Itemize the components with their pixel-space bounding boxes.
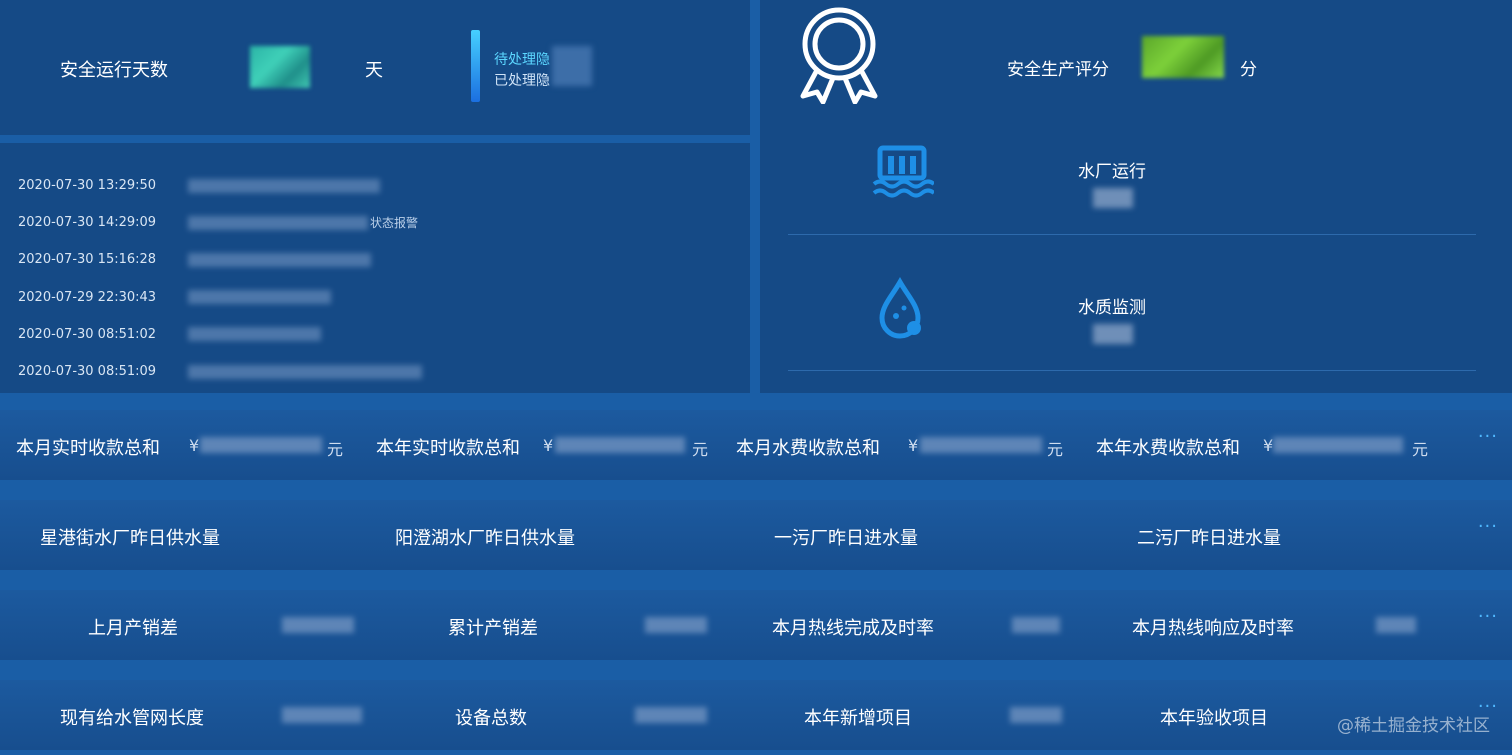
safety-score-unit: 分 [1240,60,1257,80]
stat-cell: 本月实时收款总和 ¥ 元 [0,410,370,480]
log-row[interactable]: 2020-07-30 08:51:09 [18,353,738,390]
stat-cell: 本月热线响应及时率 [1080,590,1450,660]
stat-label: 本年实时收款总和 [376,438,520,459]
log-time: 2020-07-30 08:51:02 [18,326,157,342]
log-message-tail: 状态报警 [370,216,419,231]
log-row[interactable]: 2020-07-30 13:29:50 [18,167,738,204]
log-message [188,327,321,342]
safety-days-value [250,46,310,88]
stat-label: 一污厂昨日进水量 [774,528,918,549]
stat-label: 设备总数 [455,708,527,729]
stat-value [1273,437,1403,453]
stat-cell: 阳澄湖水厂昨日供水量 [360,500,730,570]
stat-cell: 本年水费收款总和 ¥ 元 [1080,410,1450,480]
water-quality-title: 水质监测 [1078,298,1146,318]
stat-label: 现有给水管网长度 [60,708,204,729]
safety-days-unit: 天 [365,60,383,81]
stat-cell: 星港街水厂昨日供水量 [0,500,370,570]
stat-value [1376,617,1416,633]
currency-symbol: ¥ [543,436,554,455]
log-row[interactable]: 2020-07-29 22:30:43 [18,279,738,316]
log-time: 2020-07-30 13:29:50 [18,178,157,194]
currency-symbol: ¥ [1263,436,1274,455]
plant-operation-title: 水厂运行 [1078,162,1146,182]
water-drop-icon [879,276,921,339]
log-message [188,364,422,379]
revenue-stats-bar: 本月实时收款总和 ¥ 元 本年实时收款总和 ¥ 元 本月水费收款总和 ¥ 元 本… [0,410,1512,480]
watermark: @稀土掘金技术社区 [1337,716,1490,736]
award-icon [800,7,878,104]
currency-symbol: ¥ [908,436,919,455]
log-time: 2020-07-29 22:30:43 [18,289,157,305]
assets-stats-bar: 现有给水管网长度 设备总数 本年新增项目 本年验收项目 ··· [0,680,1512,750]
more-button[interactable]: ··· [1478,426,1498,447]
log-row[interactable]: 2020-07-30 15:16:28 [18,241,738,278]
stat-cell: 本年新增项目 [720,680,1090,750]
stat-label: 星港街水厂昨日供水量 [40,528,220,549]
stat-cell: 设备总数 [360,680,730,750]
stat-value [200,437,322,453]
log-message [188,178,380,193]
stat-value [1012,617,1060,633]
stat-cell: 一污厂昨日进水量 [720,500,1090,570]
safety-score-label: 安全生产评分 [1007,60,1109,80]
stat-label: 上月产销差 [88,618,178,639]
stat-unit: 元 [1047,440,1064,459]
currency-symbol: ¥ [189,436,200,455]
stat-label: 本月实时收款总和 [16,438,160,459]
stat-value [282,707,362,723]
stat-unit: 元 [327,440,344,459]
hazard-indicator-bar [471,30,480,102]
stat-value [1010,707,1062,723]
water-quality-value [1093,324,1133,344]
stat-cell: 现有给水管网长度 [0,680,370,750]
stat-label: 累计产销差 [448,618,538,639]
stat-unit: 元 [1412,440,1429,459]
stat-cell: 本月热线完成及时率 [720,590,1090,660]
log-row[interactable]: 2020-07-30 08:51:02 [18,316,738,353]
stat-label: 本年水费收款总和 [1096,438,1240,459]
stat-value [920,437,1042,453]
more-button[interactable]: ··· [1478,606,1498,627]
stat-cell: 上月产销差 [0,590,370,660]
stat-value [555,437,685,453]
log-time: 2020-07-30 08:51:09 [18,364,157,380]
sales-diff-stats-bar: 上月产销差 累计产销差 本月热线完成及时率 本月热线响应及时率 ··· [0,590,1512,660]
hazard-count-value [552,46,592,86]
log-row[interactable]: 2020-07-30 14:29:09 状态报警 [18,204,738,241]
stat-value [635,707,707,723]
stat-label: 阳澄湖水厂昨日供水量 [395,528,575,549]
plant-operation-row[interactable]: 水厂运行 [788,110,1476,235]
more-button[interactable]: ··· [1478,516,1498,537]
stat-value [282,617,354,633]
alarm-log-panel: 2020-07-30 13:29:50 2020-07-30 14:29:09 … [0,143,750,393]
stat-cell: 本年实时收款总和 ¥ 元 [360,410,730,480]
stat-label: 本年验收项目 [1160,708,1268,729]
water-supply-stats-bar: 星港街水厂昨日供水量 阳澄湖水厂昨日供水量 一污厂昨日进水量 二污厂昨日进水量 … [0,500,1512,570]
stat-label: 本月热线响应及时率 [1132,618,1294,639]
hazard-pending-label[interactable]: 待处理隐 [494,49,550,69]
log-time: 2020-07-30 15:16:28 [18,252,157,268]
stat-label: 本年新增项目 [804,708,912,729]
log-time: 2020-07-30 14:29:09 [18,215,157,231]
log-message [188,215,368,230]
water-quality-row[interactable]: 水质监测 [788,246,1476,371]
safety-score-value [1142,36,1224,78]
log-message [188,252,371,267]
stat-cell: 累计产销差 [360,590,730,660]
stat-cell: 二污厂昨日进水量 [1080,500,1450,570]
safety-days-panel: 安全运行天数 天 待处理隐 已处理隐 [0,0,750,135]
log-message [188,290,331,305]
stat-label: 本月热线完成及时率 [772,618,934,639]
stat-label: 二污厂昨日进水量 [1137,528,1281,549]
plant-operation-value [1093,188,1133,208]
stat-cell: 本月水费收款总和 ¥ 元 [720,410,1090,480]
hazard-done-label[interactable]: 已处理隐 [494,70,550,90]
alarm-log-list: 2020-07-30 13:29:50 2020-07-30 14:29:09 … [18,167,738,390]
safety-days-label: 安全运行天数 [60,60,168,81]
stat-label: 本月水费收款总和 [736,438,880,459]
stat-unit: 元 [692,440,709,459]
water-plant-icon [872,145,934,198]
stat-value [645,617,707,633]
